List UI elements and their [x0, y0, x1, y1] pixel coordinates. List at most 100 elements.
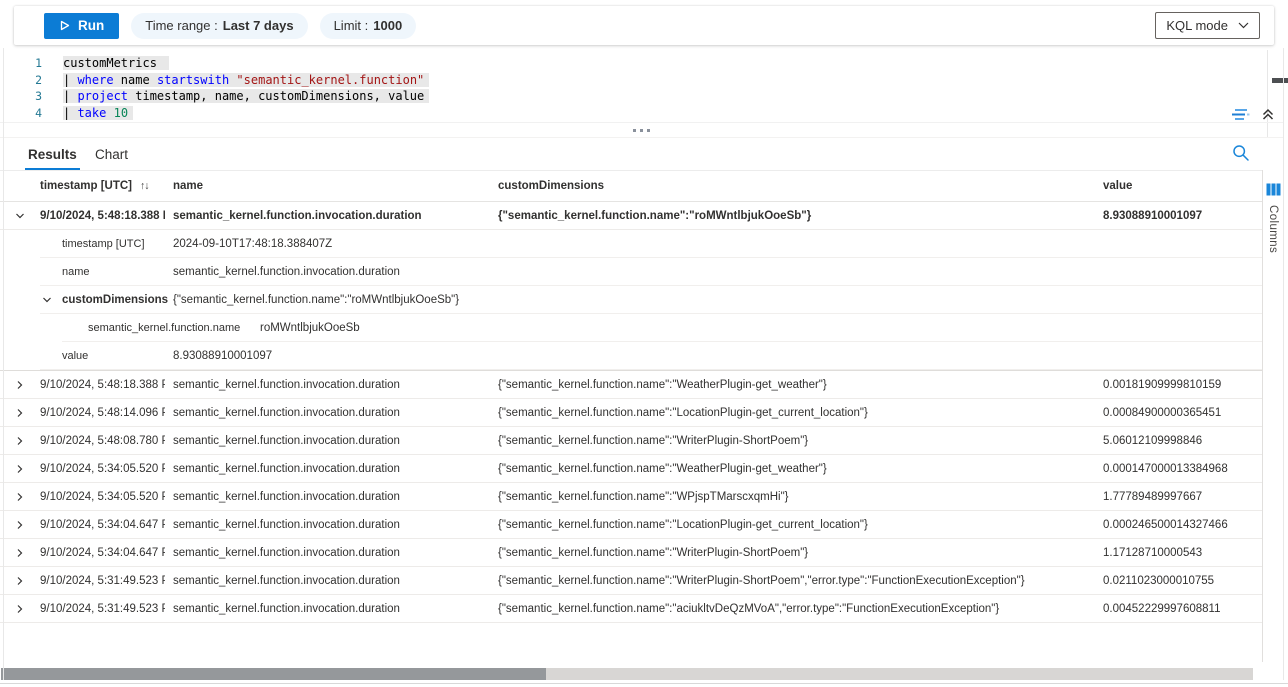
cell-name: semantic_kernel.function.invocation.dura…	[165, 547, 490, 559]
editor-lines: 1customMetrics 2| where name startswith …	[0, 55, 1267, 121]
tab-results[interactable]: Results	[28, 138, 77, 170]
cell-value: 8.93088910001097	[1095, 210, 1262, 222]
cell-name: semantic_kernel.function.invocation.dura…	[165, 210, 490, 222]
limit-picker[interactable]: Limit : 1000	[320, 13, 417, 39]
run-button-label: Run	[78, 18, 104, 33]
columns-panel-toggle[interactable]: Columns	[1262, 170, 1283, 662]
chevron-right-icon	[15, 548, 25, 558]
search-results-button[interactable]	[1232, 144, 1250, 165]
kql-editor[interactable]: 1customMetrics 2| where name startswith …	[0, 50, 1267, 122]
table-row[interactable]: 9/10/2024, 5:34:05.520 PM semantic_kerne…	[0, 483, 1262, 511]
expand-row-chevron[interactable]	[0, 492, 40, 502]
cell-timestamp: 9/10/2024, 5:34:04.647 PM	[40, 547, 165, 559]
expand-row-chevron[interactable]	[0, 380, 40, 390]
table-row-expanded[interactable]: 9/10/2024, 5:48:18.388 PM semantic_kerne…	[0, 202, 1262, 230]
format-query-icon	[1231, 108, 1250, 121]
cell-value: 0.00084900000365451	[1095, 407, 1262, 419]
cell-value: 0.000147000013384968	[1095, 463, 1262, 475]
cell-name: semantic_kernel.function.invocation.dura…	[165, 379, 490, 391]
collapse-editor-button[interactable]	[1259, 105, 1277, 123]
cell-value: 0.000246500014327466	[1095, 519, 1262, 531]
collapse-row-chevron[interactable]	[0, 211, 40, 221]
cell-customdimensions: {"semantic_kernel.function.name":"aciukl…	[490, 603, 1095, 615]
chevron-down-icon[interactable]	[42, 295, 52, 305]
chevron-down-icon	[1238, 22, 1249, 29]
chevron-right-icon	[15, 408, 25, 418]
cell-name: semantic_kernel.function.invocation.dura…	[165, 463, 490, 475]
sort-arrows-icon[interactable]: ↑↓	[140, 180, 149, 192]
expand-row-chevron[interactable]	[0, 464, 40, 474]
run-button[interactable]: Run	[44, 13, 119, 39]
table-row[interactable]: 9/10/2024, 5:34:04.647 PM semantic_kerne…	[0, 539, 1262, 567]
format-query-button[interactable]	[1229, 106, 1252, 123]
detail-row-function-name: semantic_kernel.function.name roMWntlbju…	[0, 314, 1262, 342]
detail-label: name	[62, 258, 90, 286]
play-icon	[59, 20, 70, 31]
expand-row-chevron[interactable]	[0, 436, 40, 446]
cell-value: 5.06012109998846	[1095, 435, 1262, 447]
kql-mode-dropdown[interactable]: KQL mode	[1155, 12, 1260, 39]
horizontal-scrollbar[interactable]	[1, 668, 1253, 680]
editor-line-number: 4	[0, 106, 42, 120]
results-tab-bar: Results Chart	[0, 138, 1283, 170]
detail-row-customdimensions[interactable]: customDimensions {"semantic_kernel.funct…	[0, 286, 1262, 314]
panel-left-border	[3, 48, 4, 680]
editor-code: | where name startswith "semantic_kernel…	[63, 73, 429, 87]
detail-label: timestamp [UTC]	[62, 230, 145, 258]
horizontal-scrollbar-thumb[interactable]	[1, 668, 546, 680]
cell-value: 1.77789489997667	[1095, 491, 1262, 503]
expand-row-chevron[interactable]	[0, 576, 40, 586]
page-bottom-border	[0, 683, 1288, 684]
cell-customdimensions: {"semantic_kernel.function.name":"Writer…	[490, 575, 1095, 587]
table-row[interactable]: 9/10/2024, 5:48:08.780 PM semantic_kerne…	[0, 427, 1262, 455]
editor-actions	[1229, 105, 1277, 123]
cell-timestamp: 9/10/2024, 5:48:14.096 PM	[40, 407, 165, 419]
editor-code: customMetrics	[63, 56, 169, 70]
expand-row-chevron[interactable]	[0, 520, 40, 530]
detail-label: value	[62, 342, 88, 370]
cell-name: semantic_kernel.function.invocation.dura…	[165, 407, 490, 419]
table-row[interactable]: 9/10/2024, 5:31:49.523 PM semantic_kerne…	[0, 567, 1262, 595]
cell-customdimensions: {"semantic_kernel.function.name":"Locati…	[490, 407, 1095, 419]
cell-customdimensions: {"semantic_kernel.function.name":"Weathe…	[490, 463, 1095, 475]
column-header-value[interactable]: value	[1095, 180, 1262, 192]
cell-name: semantic_kernel.function.invocation.dura…	[165, 435, 490, 447]
editor-scrollbar-thumb[interactable]	[1272, 78, 1288, 83]
editor-line[interactable]: 4| take 10	[0, 105, 1267, 122]
column-header-timestamp[interactable]: timestamp [UTC] ↑↓	[40, 180, 165, 192]
cell-timestamp: 9/10/2024, 5:31:49.523 PM	[40, 575, 165, 587]
expand-row-chevron[interactable]	[0, 604, 40, 614]
detail-value: roMWntlbjukOoeSb	[260, 314, 360, 342]
expand-row-chevron[interactable]	[0, 408, 40, 418]
column-header-name[interactable]: name	[165, 180, 490, 192]
editor-line[interactable]: 3| project timestamp, name, customDimens…	[0, 88, 1267, 105]
cell-customdimensions: {"semantic_kernel.function.name":"Writer…	[490, 547, 1095, 559]
cell-name: semantic_kernel.function.invocation.dura…	[165, 519, 490, 531]
detail-row-value: value 8.93088910001097	[0, 342, 1262, 370]
cell-name: semantic_kernel.function.invocation.dura…	[165, 575, 490, 587]
time-range-picker[interactable]: Time range : Last 7 days	[131, 13, 307, 39]
time-range-value: Last 7 days	[223, 18, 294, 33]
editor-results-splitter[interactable]	[0, 122, 1283, 138]
column-header-customdimensions[interactable]: customDimensions	[490, 180, 1095, 192]
columns-panel-label: Columns	[1267, 205, 1279, 253]
table-row[interactable]: 9/10/2024, 5:48:14.096 PM semantic_kerne…	[0, 399, 1262, 427]
expand-row-chevron[interactable]	[0, 548, 40, 558]
table-row[interactable]: 9/10/2024, 5:48:18.388 PM semantic_kerne…	[0, 371, 1262, 399]
table-row[interactable]: 9/10/2024, 5:34:05.520 PM semantic_kerne…	[0, 455, 1262, 483]
table-row[interactable]: 9/10/2024, 5:31:49.523 PM semantic_kerne…	[0, 595, 1262, 623]
cell-timestamp: 9/10/2024, 5:48:08.780 PM	[40, 435, 165, 447]
cell-timestamp: 9/10/2024, 5:48:18.388 PM	[40, 379, 165, 391]
tab-chart[interactable]: Chart	[95, 138, 128, 170]
logs-query-page: Run Time range : Last 7 days Limit : 100…	[0, 0, 1288, 687]
time-range-label: Time range :	[145, 18, 218, 33]
editor-line[interactable]: 1customMetrics	[0, 55, 1267, 72]
detail-label: semantic_kernel.function.name	[88, 314, 240, 342]
table-row[interactable]: 9/10/2024, 5:34:04.647 PM semantic_kerne…	[0, 511, 1262, 539]
rows-host: 9/10/2024, 5:48:18.388 PM semantic_kerne…	[0, 371, 1262, 623]
chevron-right-icon	[15, 492, 25, 502]
editor-line[interactable]: 2| where name startswith "semantic_kerne…	[0, 72, 1267, 89]
expanded-row-group: 9/10/2024, 5:48:18.388 PM semantic_kerne…	[0, 202, 1262, 371]
limit-label: Limit :	[334, 18, 369, 33]
detail-value: semantic_kernel.function.invocation.dura…	[173, 258, 400, 286]
